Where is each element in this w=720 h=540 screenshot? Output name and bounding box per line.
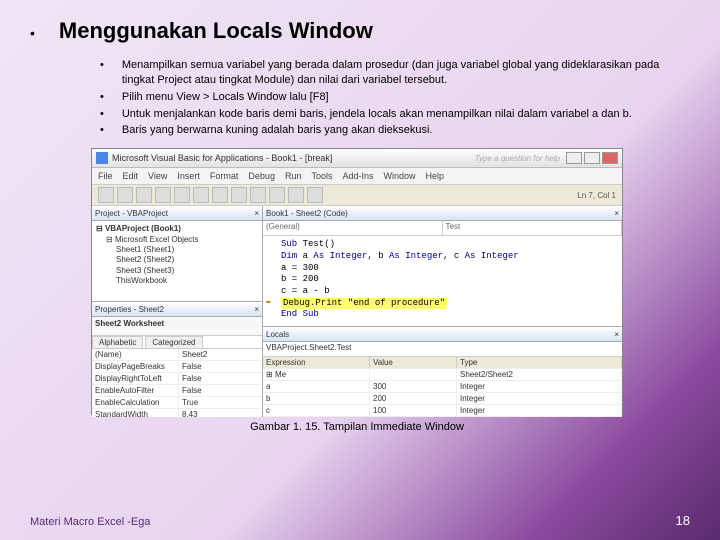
- vbe-title-text: Microsoft Visual Basic for Applications …: [112, 153, 332, 163]
- main-bullet: • Menggunakan Locals Window: [30, 18, 684, 44]
- toolbar-button[interactable]: [250, 187, 266, 203]
- project-folder[interactable]: ⊟ Microsoft Excel Objects: [96, 235, 258, 245]
- properties-grid: (Name)Sheet2 DisplayPageBreaksFalse Disp…: [92, 349, 262, 417]
- window-controls: [566, 152, 618, 164]
- menu-run[interactable]: Run: [285, 171, 302, 181]
- tab-alphabetic[interactable]: Alphabetic: [92, 336, 143, 348]
- close-button[interactable]: [602, 152, 618, 164]
- vbe-titlebar: Microsoft Visual Basic for Applications …: [92, 149, 622, 168]
- toolbar-button[interactable]: [193, 187, 209, 203]
- slide-title: Menggunakan Locals Window: [59, 18, 373, 44]
- bullet-2: Pilih menu View > Locals Window lalu [F8…: [122, 90, 684, 105]
- props-object[interactable]: Sheet2 Worksheet: [92, 317, 262, 336]
- toolbar-button[interactable]: [155, 187, 171, 203]
- exec-arrow-icon: ➨: [266, 298, 271, 310]
- close-icon[interactable]: ×: [254, 305, 259, 314]
- menu-edit[interactable]: Edit: [123, 171, 139, 181]
- menu-help[interactable]: Help: [426, 171, 445, 181]
- toolbar-button[interactable]: [117, 187, 133, 203]
- project-item[interactable]: Sheet1 (Sheet1): [96, 245, 258, 255]
- locals-grid: Expression Value Type ⊞ MeSheet2/Sheet2 …: [263, 357, 622, 417]
- toolbar-button[interactable]: [212, 187, 228, 203]
- bullet-1: Menampilkan semua variabel yang berada d…: [122, 58, 684, 88]
- project-item[interactable]: ThisWorkbook: [96, 276, 258, 286]
- toolbar-button[interactable]: [307, 187, 323, 203]
- bullet-3: Untuk menjalankan kode baris demi baris,…: [122, 107, 684, 122]
- locals-window: Locals × VBAProject.Sheet2.Test Expressio…: [263, 327, 622, 417]
- menu-addins[interactable]: Add-Ins: [342, 171, 373, 181]
- col-expression[interactable]: Expression: [263, 357, 370, 368]
- page-number: 18: [676, 513, 690, 528]
- col-value[interactable]: Value: [370, 357, 457, 368]
- properties-pane: Properties - Sheet2 × Sheet2 Worksheet Al…: [92, 302, 262, 417]
- code-editor[interactable]: Sub Test() Dim a As Integer, b As Intege…: [263, 236, 622, 326]
- minimize-button[interactable]: [566, 152, 582, 164]
- menu-insert[interactable]: Insert: [177, 171, 200, 181]
- project-explorer: Project - VBAProject × ⊟ VBAProject (Book…: [92, 206, 262, 302]
- locals-row: a300Integer: [263, 381, 622, 393]
- tab-categorized[interactable]: Categorized: [145, 336, 202, 348]
- maximize-button[interactable]: [584, 152, 600, 164]
- props-header: Properties - Sheet2: [95, 305, 164, 314]
- close-icon[interactable]: ×: [254, 209, 259, 218]
- current-line: Debug.Print "end of procedure": [281, 298, 447, 310]
- bullet-4: Baris yang berwarna kuning adalah baris …: [122, 123, 684, 138]
- project-item[interactable]: Sheet3 (Sheet3): [96, 266, 258, 276]
- close-icon[interactable]: ×: [614, 209, 619, 218]
- bullet-dot: •: [30, 25, 35, 41]
- project-root[interactable]: ⊟ VBAProject (Book1): [96, 224, 258, 234]
- locals-row: ⊞ MeSheet2/Sheet2: [263, 369, 622, 381]
- locals-row: c100Integer: [263, 405, 622, 417]
- vbe-window: Microsoft Visual Basic for Applications …: [91, 148, 623, 415]
- menu-debug[interactable]: Debug: [248, 171, 275, 181]
- footer-text: Materi Macro Excel -Ega: [30, 516, 150, 528]
- col-type[interactable]: Type: [457, 357, 622, 368]
- close-icon[interactable]: ×: [614, 330, 619, 339]
- toolbar-button[interactable]: [288, 187, 304, 203]
- locals-context: VBAProject.Sheet2.Test: [263, 342, 622, 357]
- menu-tools[interactable]: Tools: [311, 171, 332, 181]
- toolbar-button[interactable]: [269, 187, 285, 203]
- figure-caption: Gambar 1. 15. Tampilan Immediate Window: [30, 421, 684, 433]
- vbe-app-icon: [96, 152, 108, 164]
- vbe-toolbar: Ln 7, Col 1: [92, 185, 622, 206]
- menu-format[interactable]: Format: [210, 171, 239, 181]
- vbe-menubar: File Edit View Insert Format Debug Run T…: [92, 168, 622, 185]
- help-search[interactable]: Type a question for help: [475, 154, 560, 163]
- project-header: Project - VBAProject: [95, 209, 168, 218]
- code-window: Book1 - Sheet2 (Code) × (General) Test Su…: [263, 206, 622, 327]
- menu-window[interactable]: Window: [384, 171, 416, 181]
- toolbar-button[interactable]: [174, 187, 190, 203]
- procedure-dropdown[interactable]: Test: [443, 221, 623, 235]
- toolbar-button[interactable]: [98, 187, 114, 203]
- cursor-position: Ln 7, Col 1: [577, 191, 616, 200]
- menu-file[interactable]: File: [98, 171, 113, 181]
- locals-row: b200Integer: [263, 393, 622, 405]
- toolbar-button[interactable]: [231, 187, 247, 203]
- code-title: Book1 - Sheet2 (Code): [266, 209, 348, 218]
- menu-view[interactable]: View: [148, 171, 167, 181]
- project-item[interactable]: Sheet2 (Sheet2): [96, 255, 258, 265]
- object-dropdown[interactable]: (General): [263, 221, 443, 235]
- sub-bullet-list: •Menampilkan semua variabel yang berada …: [100, 58, 684, 138]
- locals-title: Locals: [266, 330, 289, 339]
- toolbar-button[interactable]: [136, 187, 152, 203]
